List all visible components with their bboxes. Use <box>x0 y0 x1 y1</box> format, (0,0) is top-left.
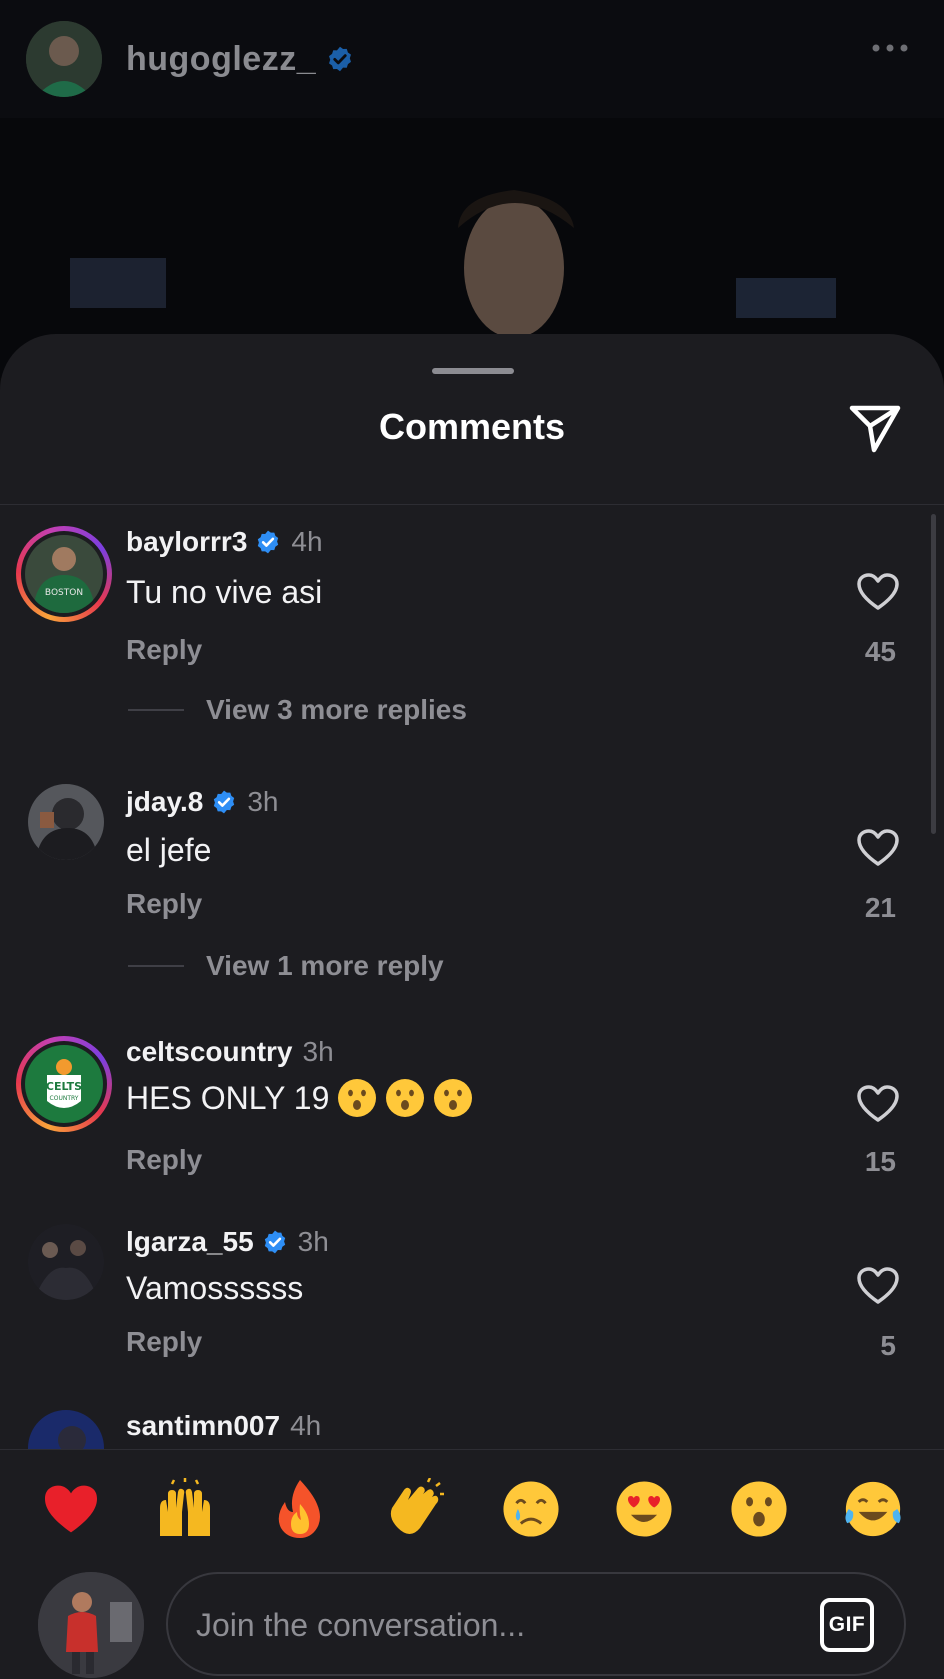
heart-eyes-icon[interactable] <box>609 1474 679 1544</box>
share-icon[interactable] <box>846 400 904 456</box>
comment-time: 3h <box>297 1226 329 1257</box>
comment-composer: GIF <box>0 1568 944 1679</box>
avatar[interactable] <box>28 784 104 860</box>
comment-time: 4h <box>290 1410 322 1441</box>
comment-input-container[interactable]: GIF <box>166 1572 906 1676</box>
comment-text: el jefe <box>126 832 212 868</box>
hushed-face-icon <box>434 1079 473 1117</box>
reply-button[interactable]: Reply <box>126 634 202 666</box>
svg-text:COUNTRY: COUNTRY <box>50 1095 79 1102</box>
avatar[interactable] <box>28 1410 104 1450</box>
clapping-hands-icon[interactable] <box>380 1474 450 1544</box>
post-header: hugoglezz_ <box>0 0 944 118</box>
avatar: CELTS COUNTRY <box>25 1045 103 1123</box>
hushed-face-icon[interactable] <box>724 1474 794 1544</box>
fire-icon[interactable] <box>265 1474 335 1544</box>
like-count: 45 <box>864 636 896 667</box>
thread-line <box>128 709 184 711</box>
hushed-face-icon <box>386 1079 425 1117</box>
view-more-replies[interactable]: View 3 more replies <box>128 694 467 726</box>
reply-button[interactable]: Reply <box>126 888 202 920</box>
tears-of-joy-icon[interactable] <box>838 1474 908 1544</box>
post-author-username[interactable]: hugoglezz_ <box>126 40 316 79</box>
heart-icon[interactable] <box>856 828 900 868</box>
gif-button[interactable]: GIF <box>820 1598 874 1652</box>
hushed-face-icon <box>338 1079 377 1117</box>
heart-icon[interactable] <box>856 1266 900 1306</box>
comment-username[interactable]: jday.8 <box>126 786 203 818</box>
comment-username[interactable]: celtscountry <box>126 1036 293 1068</box>
comment-time: 3h <box>302 1036 334 1067</box>
reply-button[interactable]: Reply <box>126 1144 202 1176</box>
more-options-icon[interactable] <box>870 42 910 54</box>
quick-reaction-bar <box>0 1466 944 1552</box>
comment-username[interactable]: baylorrr3 <box>126 526 247 558</box>
comment-time: 4h <box>291 526 323 557</box>
comment-username[interactable]: santimn007 <box>126 1410 280 1442</box>
comment-username[interactable]: lgarza_55 <box>126 1226 254 1258</box>
sheet-title: Comments <box>378 406 566 447</box>
comment-text: Tu no vive asi <box>126 574 323 610</box>
svg-text:BOSTON: BOSTON <box>45 588 83 598</box>
story-ring[interactable]: BOSTON <box>16 526 112 622</box>
comment-text: Vamossssss <box>126 1270 304 1306</box>
story-ring[interactable]: CELTS COUNTRY <box>16 1036 112 1132</box>
svg-text:CELTS: CELTS <box>46 1080 82 1093</box>
like-count: 21 <box>864 892 896 923</box>
avatar[interactable] <box>28 1224 104 1300</box>
verified-badge-icon <box>258 530 279 554</box>
view-more-replies[interactable]: View 1 more reply <box>128 950 444 982</box>
raising-hands-icon[interactable] <box>150 1474 220 1544</box>
sheet-drag-handle[interactable] <box>432 368 514 374</box>
sheet-divider <box>0 504 944 505</box>
comment-time: 3h <box>247 786 279 817</box>
verified-badge-icon <box>214 790 235 814</box>
avatar: BOSTON <box>25 535 103 613</box>
red-heart-icon[interactable] <box>36 1474 106 1544</box>
view-more-replies-label: View 1 more reply <box>206 950 444 981</box>
view-more-replies-label: View 3 more replies <box>206 694 467 725</box>
verified-badge-icon <box>264 1230 285 1254</box>
current-user-avatar <box>38 1572 144 1678</box>
reply-button[interactable]: Reply <box>126 1326 202 1358</box>
like-count: 5 <box>880 1330 896 1361</box>
verified-badge-icon <box>329 46 352 72</box>
comment-text: HES ONLY 19 <box>126 1079 330 1116</box>
heart-icon[interactable] <box>856 1084 900 1124</box>
comment-item: santimn007 4h <box>0 1410 944 1450</box>
comment-input[interactable] <box>196 1600 756 1650</box>
crying-face-icon[interactable] <box>496 1474 566 1544</box>
thread-line <box>128 965 184 967</box>
heart-icon[interactable] <box>856 572 900 612</box>
post-author-avatar[interactable] <box>26 21 102 97</box>
scrollbar[interactable] <box>931 514 936 834</box>
like-count: 15 <box>864 1146 896 1177</box>
composer-divider <box>0 1449 944 1450</box>
comment-text-row: HES ONLY 19 <box>126 1078 473 1118</box>
